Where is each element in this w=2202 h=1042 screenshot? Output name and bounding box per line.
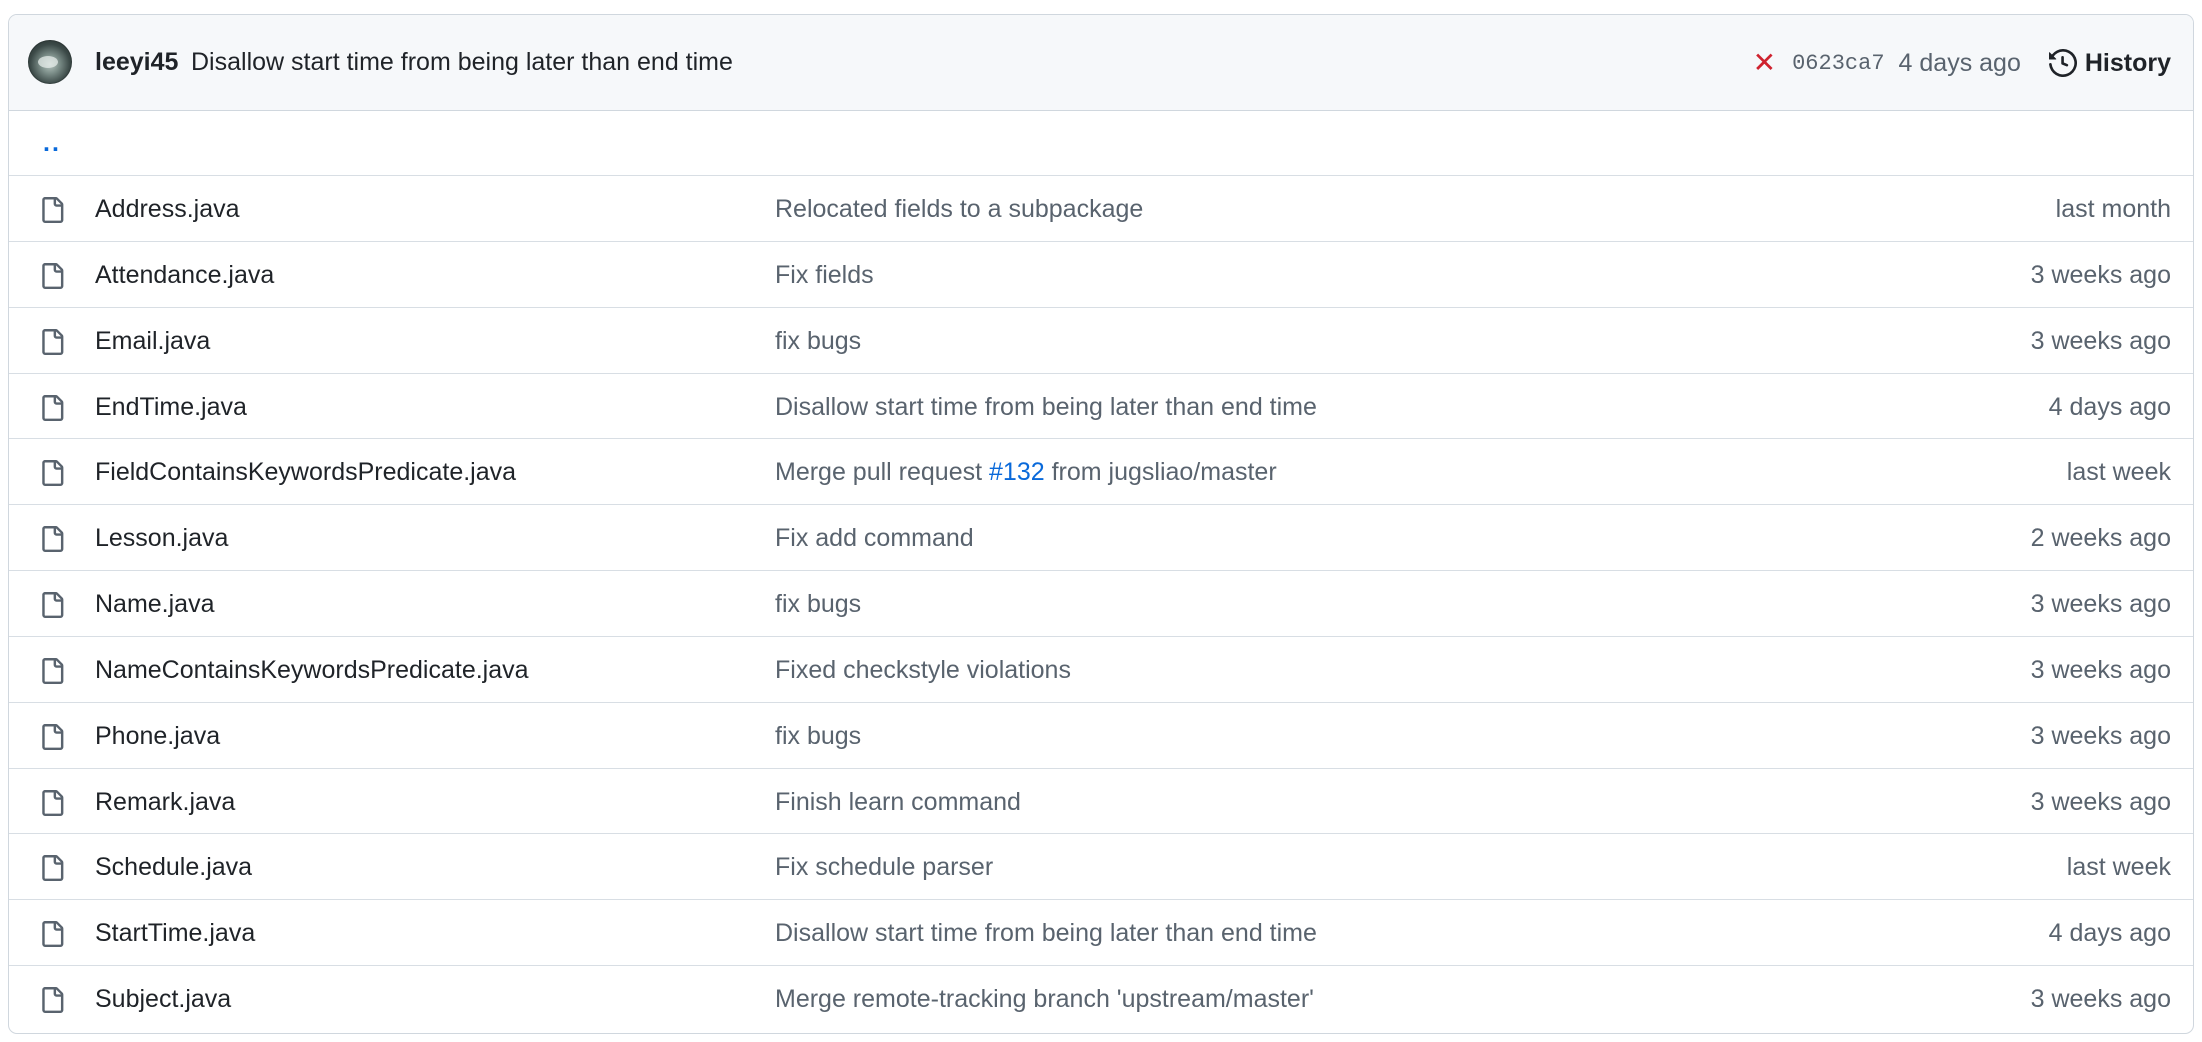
file-commit-message[interactable]: Disallow start time from being later tha… bbox=[775, 919, 1317, 948]
file-name-link[interactable]: Remark.java bbox=[95, 788, 235, 817]
file-age: 3 weeks ago bbox=[2030, 260, 2171, 289]
file-icon bbox=[39, 853, 65, 883]
file-icon bbox=[39, 327, 65, 357]
file-age: 4 days ago bbox=[2048, 392, 2171, 421]
commit-author-link[interactable]: leeyi45 bbox=[95, 48, 178, 77]
file-age: last week bbox=[2066, 458, 2171, 487]
file-name-link[interactable]: Subject.java bbox=[95, 985, 231, 1014]
file-name-link[interactable]: Lesson.java bbox=[95, 524, 228, 553]
file-age: last month bbox=[2055, 195, 2171, 223]
commit-message-text[interactable]: Merge pull request bbox=[775, 458, 989, 486]
file-commit-message[interactable]: Disallow start time from being later tha… bbox=[775, 393, 1317, 422]
file-commit-message[interactable]: Fix fields bbox=[775, 261, 874, 290]
file-name-link[interactable]: Email.java bbox=[95, 327, 210, 356]
file-icon bbox=[39, 195, 65, 225]
file-row[interactable]: Address.java Relocated fields to a subpac… bbox=[9, 176, 2193, 242]
file-name-link[interactable]: EndTime.java bbox=[95, 393, 247, 422]
file-icon bbox=[39, 393, 65, 423]
file-icon bbox=[39, 722, 65, 752]
history-button[interactable]: History bbox=[2048, 48, 2171, 78]
file-icon bbox=[39, 524, 65, 554]
pull-request-link[interactable]: #132 bbox=[989, 458, 1045, 486]
file-age: 3 weeks ago bbox=[2030, 326, 2171, 355]
file-row[interactable]: Name.java fix bugs 3 weeks ago bbox=[9, 571, 2193, 637]
file-row[interactable]: Phone.java fix bugs 3 weeks ago bbox=[9, 703, 2193, 769]
file-commit-message[interactable]: Fix schedule parser bbox=[775, 853, 993, 882]
avatar[interactable] bbox=[28, 40, 72, 84]
commit-message-link[interactable]: Disallow start time from being later tha… bbox=[191, 48, 733, 77]
latest-commit-bar: leeyi45 Disallow start time from being l… bbox=[9, 15, 2193, 111]
file-age: last week bbox=[2066, 853, 2171, 882]
file-commit-message[interactable]: Fix add command bbox=[775, 524, 974, 553]
file-commit-message[interactable]: Merge remote-tracking branch 'upstream/m… bbox=[775, 985, 1314, 1014]
file-age: 2 weeks ago bbox=[2030, 524, 2171, 553]
x-icon[interactable]: ✕ bbox=[1753, 49, 1776, 77]
file-row[interactable]: Schedule.java Fix schedule parser last wee… bbox=[9, 834, 2193, 901]
file-name-link[interactable]: StartTime.java bbox=[95, 919, 255, 948]
file-name-link[interactable]: Phone.java bbox=[95, 722, 220, 751]
file-age: 4 days ago bbox=[2048, 919, 2171, 948]
commit-meta: ✕ 0623ca7 4 days ago History bbox=[1753, 15, 2171, 111]
file-icon bbox=[39, 458, 65, 488]
file-commit-message[interactable]: Fixed checkstyle violations bbox=[775, 656, 1071, 685]
file-icon bbox=[39, 919, 65, 949]
commit-sha-link[interactable]: 0623ca7 bbox=[1792, 51, 1884, 76]
file-name-link[interactable]: Address.java bbox=[95, 195, 240, 224]
history-label: History bbox=[2084, 48, 2171, 77]
file-commit-message[interactable]: Merge pull request #132 from jugsliao/ma… bbox=[775, 458, 1277, 487]
file-browser: leeyi45 Disallow start time from being l… bbox=[8, 14, 2194, 1034]
file-icon bbox=[39, 788, 65, 818]
file-row[interactable]: FieldContainsKeywordsPredicate.java Merge… bbox=[9, 439, 2193, 506]
parent-directory-row[interactable]: .. bbox=[9, 111, 2193, 176]
file-icon bbox=[39, 985, 65, 1015]
file-icon bbox=[39, 656, 65, 686]
file-row[interactable]: NameContainsKeywordsPredicate.java Fixed … bbox=[9, 637, 2193, 703]
file-age: 3 weeks ago bbox=[2030, 985, 2171, 1014]
file-name-link[interactable]: Schedule.java bbox=[95, 853, 252, 882]
file-row[interactable]: StartTime.java Disallow start time from b… bbox=[9, 900, 2193, 967]
file-commit-message[interactable]: fix bugs bbox=[775, 327, 861, 356]
file-row[interactable]: Subject.java Merge remote-tracking branch… bbox=[9, 966, 2193, 1032]
file-commit-message[interactable]: Relocated fields to a subpackage bbox=[775, 195, 1143, 224]
file-commit-message[interactable]: Finish learn command bbox=[775, 788, 1021, 817]
file-name-link[interactable]: NameContainsKeywordsPredicate.java bbox=[95, 656, 529, 685]
commit-message-text[interactable]: from jugsliao/master bbox=[1045, 458, 1277, 486]
file-age: 3 weeks ago bbox=[2030, 721, 2171, 750]
file-row[interactable]: Email.java fix bugs 3 weeks ago bbox=[9, 308, 2193, 374]
file-row[interactable]: Attendance.java Fix fields 3 weeks ago bbox=[9, 242, 2193, 308]
file-age: 3 weeks ago bbox=[2030, 655, 2171, 684]
commit-age: 4 days ago bbox=[1898, 48, 2021, 77]
file-age: 3 weeks ago bbox=[2030, 787, 2171, 816]
file-icon bbox=[39, 261, 65, 291]
file-age: 3 weeks ago bbox=[2030, 590, 2171, 619]
file-commit-message[interactable]: fix bugs bbox=[775, 722, 861, 751]
history-icon bbox=[2048, 49, 2077, 77]
file-commit-message[interactable]: fix bugs bbox=[775, 590, 861, 619]
file-name-link[interactable]: Attendance.java bbox=[95, 261, 274, 290]
file-name-link[interactable]: Name.java bbox=[95, 590, 215, 619]
parent-directory-link[interactable]: .. bbox=[43, 129, 61, 158]
file-row[interactable]: EndTime.java Disallow start time from bei… bbox=[9, 374, 2193, 440]
file-row[interactable]: Remark.java Finish learn command 3 weeks a… bbox=[9, 769, 2193, 835]
file-icon bbox=[39, 590, 65, 620]
file-row[interactable]: Lesson.java Fix add command 2 weeks ago bbox=[9, 505, 2193, 572]
file-name-link[interactable]: FieldContainsKeywordsPredicate.java bbox=[95, 458, 516, 487]
